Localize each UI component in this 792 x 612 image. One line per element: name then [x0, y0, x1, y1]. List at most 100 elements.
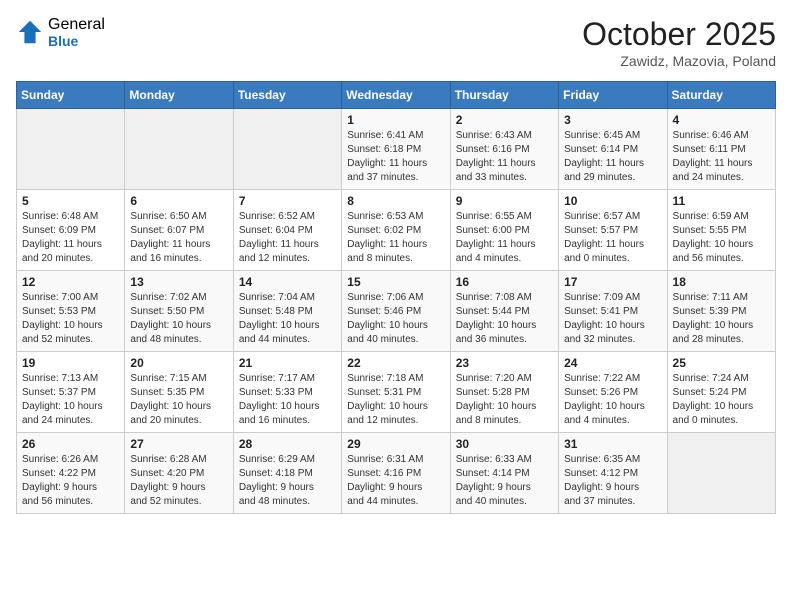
cell-date-number: 3	[564, 113, 661, 127]
logo-text: General Blue	[48, 16, 105, 49]
day-header-monday: Monday	[125, 82, 233, 109]
cell-daylight-info: Sunrise: 7:09 AM Sunset: 5:41 PM Dayligh…	[564, 291, 661, 347]
cell-date-number: 16	[456, 275, 553, 289]
cell-date-number: 14	[239, 275, 336, 289]
cell-daylight-info: Sunrise: 7:24 AM Sunset: 5:24 PM Dayligh…	[673, 372, 770, 428]
calendar-cell: 2 Sunrise: 6:43 AM Sunset: 6:16 PM Daylig…	[450, 109, 558, 190]
calendar-cell: 24 Sunrise: 7:22 AM Sunset: 5:26 PM Dayli…	[559, 352, 667, 433]
calendar-cell: 10 Sunrise: 6:57 AM Sunset: 5:57 PM Dayli…	[559, 190, 667, 271]
calendar-week-row: 26 Sunrise: 6:26 AM Sunset: 4:22 PM Dayli…	[17, 433, 776, 514]
cell-date-number: 11	[673, 194, 770, 208]
cell-daylight-info: Sunrise: 6:35 AM Sunset: 4:12 PM Dayligh…	[564, 453, 661, 509]
cell-daylight-info: Sunrise: 7:13 AM Sunset: 5:37 PM Dayligh…	[22, 372, 119, 428]
cell-daylight-info: Sunrise: 7:00 AM Sunset: 5:53 PM Dayligh…	[22, 291, 119, 347]
cell-daylight-info: Sunrise: 6:43 AM Sunset: 6:16 PM Dayligh…	[456, 129, 553, 185]
cell-date-number: 23	[456, 356, 553, 370]
cell-date-number: 24	[564, 356, 661, 370]
cell-date-number: 4	[673, 113, 770, 127]
calendar-week-row: 12Sunrise: 7:00 AM Sunset: 5:53 PM Dayli…	[17, 271, 776, 352]
cell-daylight-info: Sunrise: 7:22 AM Sunset: 5:26 PM Dayligh…	[564, 372, 661, 428]
calendar-cell: 6 Sunrise: 6:50 AM Sunset: 6:07 PM Daylig…	[125, 190, 233, 271]
cell-daylight-info: Sunrise: 6:45 AM Sunset: 6:14 PM Dayligh…	[564, 129, 661, 185]
title-block: October 2025 Zawidz, Mazovia, Poland	[582, 16, 776, 69]
cell-daylight-info: Sunrise: 6:59 AM Sunset: 5:55 PM Dayligh…	[673, 210, 770, 266]
calendar-cell: 5Sunrise: 6:48 AM Sunset: 6:09 PM Daylig…	[17, 190, 125, 271]
cell-daylight-info: Sunrise: 7:15 AM Sunset: 5:35 PM Dayligh…	[130, 372, 227, 428]
cell-date-number: 17	[564, 275, 661, 289]
cell-daylight-info: Sunrise: 6:46 AM Sunset: 6:11 PM Dayligh…	[673, 129, 770, 185]
calendar-cell	[17, 109, 125, 190]
calendar-cell: 31Sunrise: 6:35 AM Sunset: 4:12 PM Dayli…	[559, 433, 667, 514]
location-subtitle: Zawidz, Mazovia, Poland	[582, 53, 776, 69]
calendar-week-row: 1Sunrise: 6:41 AM Sunset: 6:18 PM Daylig…	[17, 109, 776, 190]
page-header: General Blue October 2025 Zawidz, Mazovi…	[16, 16, 776, 69]
cell-daylight-info: Sunrise: 7:11 AM Sunset: 5:39 PM Dayligh…	[673, 291, 770, 347]
cell-date-number: 5	[22, 194, 119, 208]
calendar-cell: 26 Sunrise: 6:26 AM Sunset: 4:22 PM Dayli…	[17, 433, 125, 514]
calendar-cell: 13Sunrise: 7:02 AM Sunset: 5:50 PM Dayli…	[125, 271, 233, 352]
cell-date-number: 15	[347, 275, 444, 289]
calendar-header-row: SundayMondayTuesdayWednesdayThursdayFrid…	[17, 82, 776, 109]
cell-date-number: 27	[130, 437, 227, 451]
cell-daylight-info: Sunrise: 6:28 AM Sunset: 4:20 PM Dayligh…	[130, 453, 227, 509]
cell-date-number: 21	[239, 356, 336, 370]
calendar-cell: 8 Sunrise: 6:53 AM Sunset: 6:02 PM Daylig…	[342, 190, 450, 271]
calendar-cell: 16 Sunrise: 7:08 AM Sunset: 5:44 PM Dayli…	[450, 271, 558, 352]
calendar-cell: 9 Sunrise: 6:55 AM Sunset: 6:00 PM Daylig…	[450, 190, 558, 271]
logo-general: General	[48, 16, 105, 34]
cell-daylight-info: Sunrise: 6:29 AM Sunset: 4:18 PM Dayligh…	[239, 453, 336, 509]
calendar-cell	[667, 433, 775, 514]
cell-daylight-info: Sunrise: 6:57 AM Sunset: 5:57 PM Dayligh…	[564, 210, 661, 266]
cell-daylight-info: Sunrise: 7:08 AM Sunset: 5:44 PM Dayligh…	[456, 291, 553, 347]
cell-date-number: 22	[347, 356, 444, 370]
cell-daylight-info: Sunrise: 7:18 AM Sunset: 5:31 PM Dayligh…	[347, 372, 444, 428]
logo-icon	[16, 18, 44, 46]
cell-daylight-info: Sunrise: 6:52 AM Sunset: 6:04 PM Dayligh…	[239, 210, 336, 266]
cell-date-number: 2	[456, 113, 553, 127]
cell-date-number: 8	[347, 194, 444, 208]
calendar-cell: 19 Sunrise: 7:13 AM Sunset: 5:37 PM Dayli…	[17, 352, 125, 433]
day-header-friday: Friday	[559, 82, 667, 109]
calendar-cell: 4 Sunrise: 6:46 AM Sunset: 6:11 PM Daylig…	[667, 109, 775, 190]
calendar-cell: 20 Sunrise: 7:15 AM Sunset: 5:35 PM Dayli…	[125, 352, 233, 433]
calendar-cell: 15Sunrise: 7:06 AM Sunset: 5:46 PM Dayli…	[342, 271, 450, 352]
cell-date-number: 9	[456, 194, 553, 208]
day-header-thursday: Thursday	[450, 82, 558, 109]
cell-date-number: 29	[347, 437, 444, 451]
day-header-wednesday: Wednesday	[342, 82, 450, 109]
calendar-cell: 7 Sunrise: 6:52 AM Sunset: 6:04 PM Daylig…	[233, 190, 341, 271]
cell-date-number: 28	[239, 437, 336, 451]
cell-date-number: 13	[130, 275, 227, 289]
cell-daylight-info: Sunrise: 7:17 AM Sunset: 5:33 PM Dayligh…	[239, 372, 336, 428]
day-header-tuesday: Tuesday	[233, 82, 341, 109]
calendar-cell: 27 Sunrise: 6:28 AM Sunset: 4:20 PM Dayli…	[125, 433, 233, 514]
calendar-cell: 22 Sunrise: 7:18 AM Sunset: 5:31 PM Dayli…	[342, 352, 450, 433]
day-header-sunday: Sunday	[17, 82, 125, 109]
calendar-table: SundayMondayTuesdayWednesdayThursdayFrid…	[16, 81, 776, 514]
logo: General Blue	[16, 16, 105, 49]
cell-date-number: 18	[673, 275, 770, 289]
cell-date-number: 1	[347, 113, 444, 127]
day-header-saturday: Saturday	[667, 82, 775, 109]
cell-daylight-info: Sunrise: 6:50 AM Sunset: 6:07 PM Dayligh…	[130, 210, 227, 266]
calendar-cell: 25 Sunrise: 7:24 AM Sunset: 5:24 PM Dayli…	[667, 352, 775, 433]
calendar-cell: 18 Sunrise: 7:11 AM Sunset: 5:39 PM Dayli…	[667, 271, 775, 352]
cell-date-number: 10	[564, 194, 661, 208]
calendar-cell: 29 Sunrise: 6:31 AM Sunset: 4:16 PM Dayli…	[342, 433, 450, 514]
month-title: October 2025	[582, 16, 776, 53]
cell-date-number: 6	[130, 194, 227, 208]
calendar-cell: 3 Sunrise: 6:45 AM Sunset: 6:14 PM Daylig…	[559, 109, 667, 190]
cell-daylight-info: Sunrise: 6:33 AM Sunset: 4:14 PM Dayligh…	[456, 453, 553, 509]
cell-daylight-info: Sunrise: 6:31 AM Sunset: 4:16 PM Dayligh…	[347, 453, 444, 509]
cell-date-number: 7	[239, 194, 336, 208]
cell-daylight-info: Sunrise: 7:20 AM Sunset: 5:28 PM Dayligh…	[456, 372, 553, 428]
cell-date-number: 25	[673, 356, 770, 370]
cell-date-number: 20	[130, 356, 227, 370]
cell-daylight-info: Sunrise: 6:53 AM Sunset: 6:02 PM Dayligh…	[347, 210, 444, 266]
cell-date-number: 26	[22, 437, 119, 451]
logo-blue: Blue	[48, 34, 105, 49]
cell-daylight-info: Sunrise: 6:26 AM Sunset: 4:22 PM Dayligh…	[22, 453, 119, 509]
cell-date-number: 19	[22, 356, 119, 370]
calendar-cell: 23 Sunrise: 7:20 AM Sunset: 5:28 PM Dayli…	[450, 352, 558, 433]
cell-daylight-info: Sunrise: 6:55 AM Sunset: 6:00 PM Dayligh…	[456, 210, 553, 266]
